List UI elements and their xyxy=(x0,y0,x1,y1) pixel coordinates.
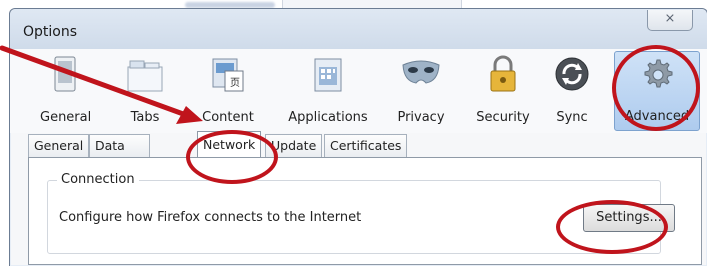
annotation-arrow xyxy=(0,45,203,124)
